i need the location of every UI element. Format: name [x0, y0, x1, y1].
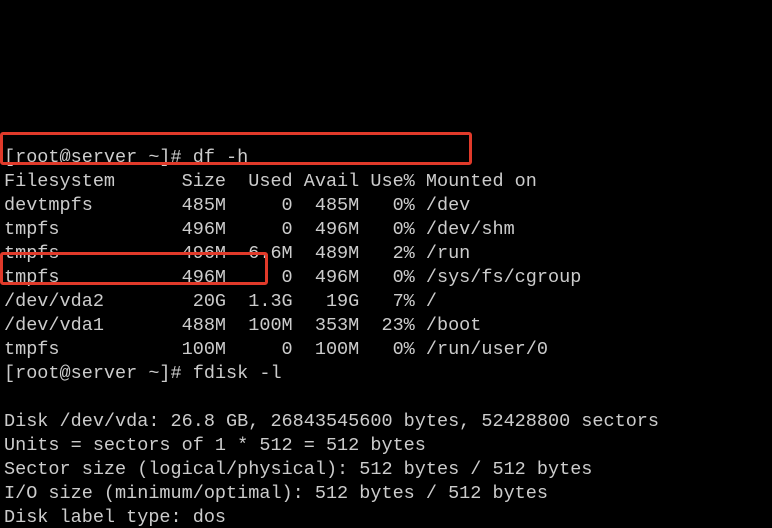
df-row: tmpfs 496M 0 496M 0% /dev/shm [4, 219, 515, 240]
fdisk-disk-rest: 26843545600 bytes, 52428800 sectors [259, 411, 659, 432]
fdisk-sector-size: Sector size (logical/physical): 512 byte… [4, 459, 592, 480]
fdisk-label-type: Disk label type: dos [4, 507, 226, 528]
prompt-line-2: [root@server ~]# fdisk -l [4, 363, 282, 384]
df-row: devtmpfs 485M 0 485M 0% /dev [4, 195, 470, 216]
command-fdisk: fdisk -l [193, 363, 282, 384]
terminal[interactable]: [root@server ~]# df -h Filesystem Size U… [0, 120, 772, 528]
df-row: tmpfs 100M 0 100M 0% /run/user/0 [4, 339, 548, 360]
command-df: df -h [193, 147, 249, 168]
prompt: [root@server ~]# [4, 147, 193, 168]
df-row: tmpfs 496M 6.6M 489M 2% /run [4, 243, 470, 264]
df-header: Filesystem Size Used Avail Use% Mounted … [4, 171, 537, 192]
df-row: tmpfs 496M 0 496M 0% /sys/fs/cgroup [4, 267, 581, 288]
fdisk-units: Units = sectors of 1 * 512 = 512 bytes [4, 435, 426, 456]
df-row-highlighted: /dev/vda2 20G 1.3G 19G 7% / [4, 291, 437, 312]
fdisk-io-size: I/O size (minimum/optimal): 512 bytes / … [4, 483, 548, 504]
fdisk-disk-highlighted: Disk /dev/vda: 26.8 GB, [4, 411, 259, 432]
prompt: [root@server ~]# [4, 363, 193, 384]
prompt-line-1: [root@server ~]# df -h [4, 147, 248, 168]
fdisk-disk-line: Disk /dev/vda: 26.8 GB, 26843545600 byte… [4, 411, 659, 432]
df-row: /dev/vda1 488M 100M 353M 23% /boot [4, 315, 481, 336]
